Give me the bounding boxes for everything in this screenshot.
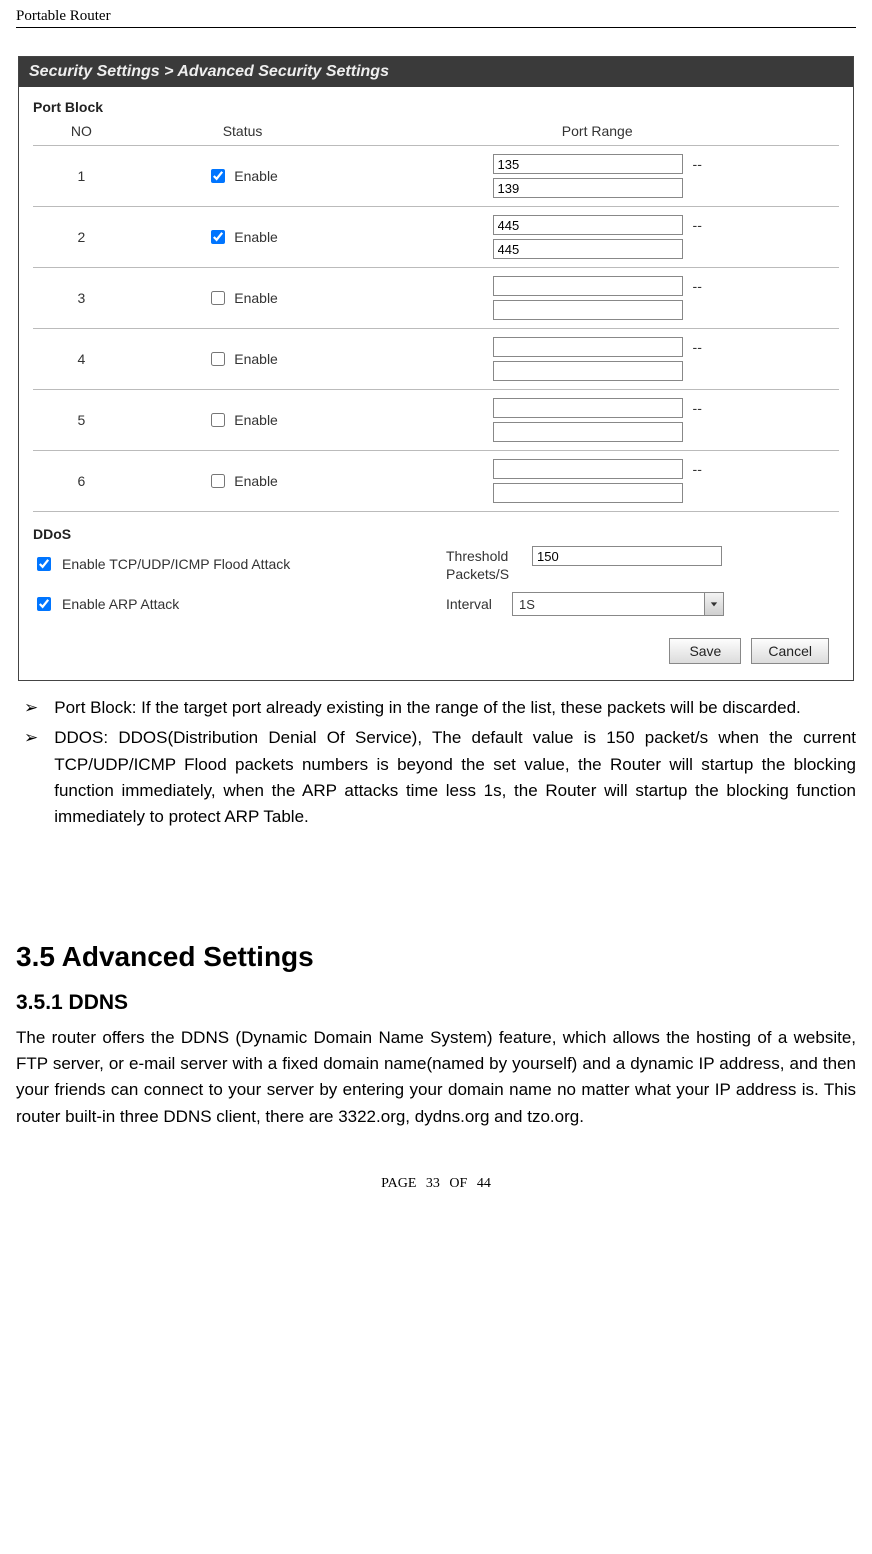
bullet-icon: ➢ — [16, 695, 38, 721]
row-no: 2 — [33, 207, 130, 268]
port-from-input[interactable] — [493, 154, 683, 174]
arp-checkbox[interactable] — [37, 597, 51, 611]
threshold-unit: Packets/S — [446, 566, 722, 582]
interval-select[interactable]: 1S — [512, 592, 724, 616]
range-dash: -- — [689, 156, 702, 172]
port-to-input[interactable] — [493, 239, 683, 259]
enable-label: Enable — [234, 351, 278, 367]
threshold-input[interactable] — [532, 546, 722, 566]
col-range: Port Range — [355, 117, 839, 146]
port-to-input[interactable] — [493, 361, 683, 381]
table-row: 2 Enable -- — [33, 207, 839, 268]
port-block-table: NO Status Port Range 1 Enable — [33, 117, 839, 512]
heading-ddns: 3.5.1 DDNS — [16, 991, 856, 1015]
ddns-paragraph: The router offers the DDNS (Dynamic Doma… — [16, 1025, 856, 1130]
port-from-input[interactable] — [493, 459, 683, 479]
port-to-input[interactable] — [493, 483, 683, 503]
enable-label: Enable — [234, 229, 278, 245]
interval-label: Interval — [446, 596, 506, 612]
bullet-text: DDOS: DDOS(Distribution Denial Of Servic… — [54, 725, 856, 830]
row-no: 6 — [33, 451, 130, 512]
enable-checkbox[interactable] — [211, 474, 225, 488]
port-to-input[interactable] — [493, 422, 683, 442]
interval-value: 1S — [513, 593, 704, 615]
row-no: 1 — [33, 146, 130, 207]
enable-checkbox[interactable] — [211, 413, 225, 427]
save-button[interactable]: Save — [669, 638, 741, 664]
enable-checkbox[interactable] — [211, 291, 225, 305]
flood-checkbox[interactable] — [37, 557, 51, 571]
enable-checkbox[interactable] — [211, 169, 225, 183]
port-from-input[interactable] — [493, 215, 683, 235]
chevron-down-icon — [704, 593, 723, 615]
cancel-button[interactable]: Cancel — [751, 638, 829, 664]
enable-checkbox[interactable] — [211, 352, 225, 366]
port-to-input[interactable] — [493, 300, 683, 320]
threshold-label: Threshold — [446, 548, 526, 564]
enable-label: Enable — [234, 290, 278, 306]
heading-advanced-settings: 3.5 Advanced Settings — [16, 941, 856, 973]
row-no: 5 — [33, 390, 130, 451]
row-no: 3 — [33, 268, 130, 329]
running-header: Portable Router — [16, 8, 856, 28]
security-settings-panel: Security Settings > Advanced Security Se… — [18, 56, 854, 681]
row-no: 4 — [33, 329, 130, 390]
range-dash: -- — [689, 217, 702, 233]
range-dash: -- — [689, 461, 702, 477]
ddos-heading: DDoS — [33, 526, 839, 542]
col-no: NO — [33, 117, 130, 146]
enable-label: Enable — [234, 412, 278, 428]
col-status: Status — [130, 117, 356, 146]
enable-label: Enable — [234, 168, 278, 184]
port-from-input[interactable] — [493, 276, 683, 296]
page-footer: PAGE 33 OF 44 — [16, 1176, 856, 1192]
enable-checkbox[interactable] — [211, 230, 225, 244]
table-row: 4 Enable -- — [33, 329, 839, 390]
panel-title-bar: Security Settings > Advanced Security Se… — [19, 57, 853, 87]
port-from-input[interactable] — [493, 337, 683, 357]
table-row: 5 Enable -- — [33, 390, 839, 451]
range-dash: -- — [689, 278, 702, 294]
port-block-heading: Port Block — [33, 99, 839, 115]
flood-label: Enable TCP/UDP/ICMP Flood Attack — [62, 556, 290, 572]
table-row: 6 Enable -- — [33, 451, 839, 512]
port-to-input[interactable] — [493, 178, 683, 198]
table-row: 1 Enable -- — [33, 146, 839, 207]
bullet-text: Port Block: If the target port already e… — [54, 695, 801, 721]
range-dash: -- — [689, 339, 702, 355]
enable-label: Enable — [234, 473, 278, 489]
table-row: 3 Enable -- — [33, 268, 839, 329]
range-dash: -- — [689, 400, 702, 416]
port-from-input[interactable] — [493, 398, 683, 418]
arp-label: Enable ARP Attack — [62, 596, 179, 612]
bullet-icon: ➢ — [16, 725, 38, 830]
